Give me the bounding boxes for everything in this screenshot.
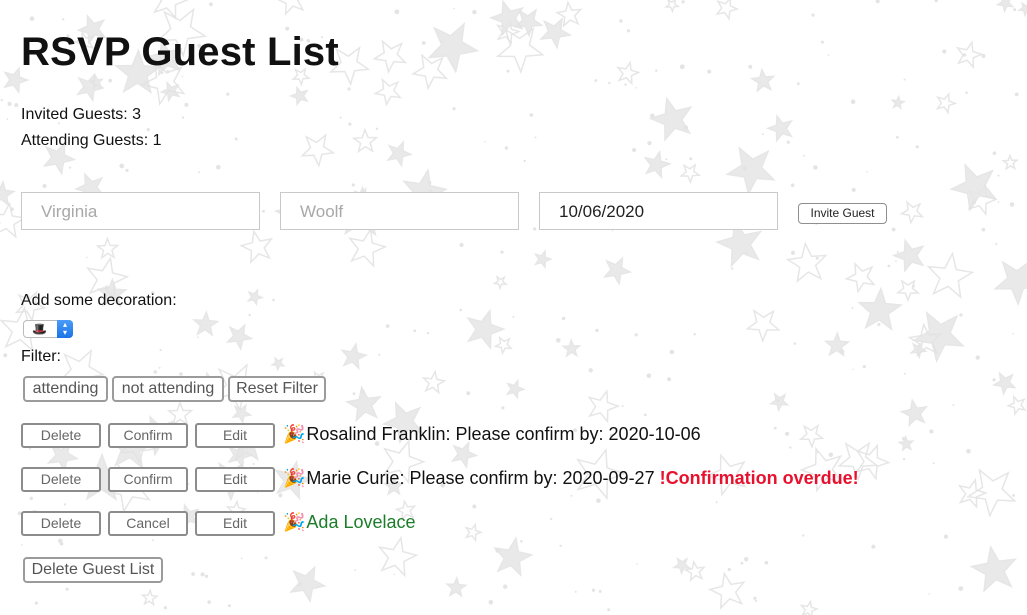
guest-entry: 🎉Ada Lovelace <box>283 512 416 533</box>
guest-entry: 🎉Marie Curie: Please confirm by: 2020-09… <box>283 468 859 489</box>
edit-guest-button[interactable]: Edit <box>195 467 275 492</box>
confirm-date-input[interactable]: 10/06/2020 <box>539 192 778 230</box>
delete-guest-button[interactable]: Delete <box>21 467 101 492</box>
party-popper-icon: 🎉 <box>283 468 306 488</box>
decoration-select[interactable]: 🎩 ▴ ▾ <box>23 320 73 338</box>
reset-filter-button[interactable]: Reset Filter <box>228 376 326 402</box>
party-popper-icon: 🎉 <box>283 424 306 444</box>
attending-count: Attending Guests: 1 <box>21 132 162 149</box>
delete-guest-button[interactable]: Delete <box>21 511 101 536</box>
select-arrows-icon: ▴ ▾ <box>57 320 73 338</box>
first-name-input[interactable]: Virginia <box>21 192 260 230</box>
decoration-label: Add some decoration: <box>21 292 177 309</box>
guest-entry: 🎉Rosalind Franklin: Please confirm by: 2… <box>283 424 701 445</box>
filter-label: Filter: <box>21 348 61 365</box>
guest-text: Marie Curie: Please confirm by: 2020-09-… <box>306 468 655 488</box>
invited-count: Invited Guests: 3 <box>21 106 142 123</box>
edit-guest-button[interactable]: Edit <box>195 511 275 536</box>
cancel-guest-button[interactable]: Cancel <box>108 511 188 536</box>
delete-guest-list-button[interactable]: Delete Guest List <box>23 557 163 583</box>
page-title: RSVP Guest List <box>21 30 339 74</box>
confirm-guest-button[interactable]: Confirm <box>108 423 188 448</box>
guest-text: Rosalind Franklin: Please confirm by: 20… <box>306 424 701 444</box>
filter-attending-button[interactable]: attending <box>23 376 108 402</box>
confirm-guest-button[interactable]: Confirm <box>108 467 188 492</box>
invite-guest-button[interactable]: Invite Guest <box>798 203 887 224</box>
party-popper-icon: 🎉 <box>283 512 306 532</box>
delete-guest-button[interactable]: Delete <box>21 423 101 448</box>
filter-not-attending-button[interactable]: not attending <box>112 376 224 402</box>
guest-text: Ada Lovelace <box>306 512 416 532</box>
overdue-warning: !Confirmation overdue! <box>659 468 859 488</box>
last-name-input[interactable]: Woolf <box>280 192 519 230</box>
edit-guest-button[interactable]: Edit <box>195 423 275 448</box>
top-hat-icon: 🎩 <box>32 322 47 336</box>
